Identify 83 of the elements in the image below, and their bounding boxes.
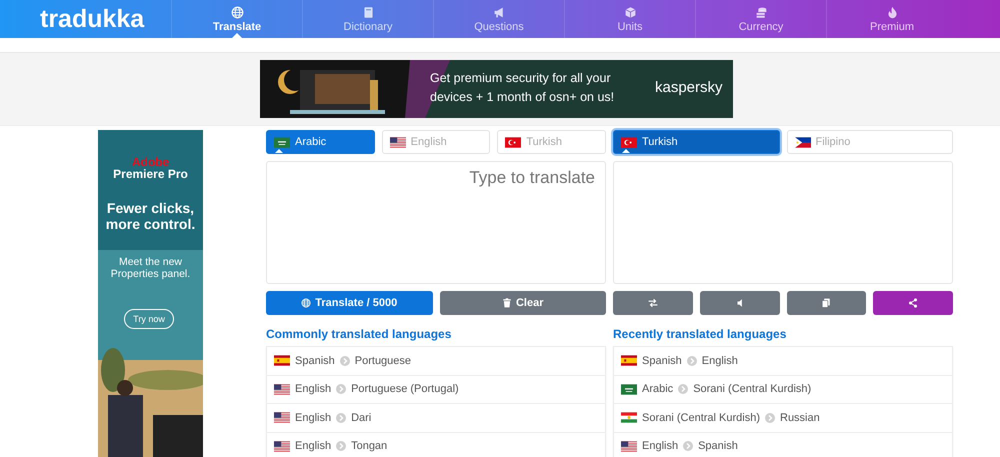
globe-icon xyxy=(230,6,244,18)
flag-icon xyxy=(621,440,637,452)
megaphone-icon xyxy=(492,6,506,18)
ad-brand: kaspersky xyxy=(655,79,723,96)
ad-button[interactable]: Try now xyxy=(124,309,174,329)
source-language: English xyxy=(295,440,332,452)
target-language: Russian xyxy=(780,412,820,424)
book-icon xyxy=(362,6,374,18)
ad-brand: Adobe xyxy=(130,155,170,169)
nav-tab[interactable]: Questions xyxy=(433,0,564,38)
speaker-icon xyxy=(734,298,745,308)
language-tab[interactable]: Turkish xyxy=(613,130,780,154)
target-language: Sorani (Central Kurdish) xyxy=(693,383,812,396)
translate-button[interactable]: Translate / 5000 xyxy=(266,291,432,315)
cube-icon xyxy=(624,6,636,18)
nav-tab[interactable]: Translate xyxy=(171,0,302,38)
language-pair-item[interactable]: Spanish Portuguese xyxy=(267,347,605,376)
chevron-icon xyxy=(686,356,697,366)
section-title: Recently translated languages xyxy=(613,327,788,341)
chevron-icon xyxy=(336,384,346,394)
language-pair-item[interactable]: English Tongan xyxy=(267,432,605,457)
language-pair-item[interactable]: Spanish English xyxy=(614,347,952,376)
flag-icon xyxy=(274,355,290,366)
target-language: English xyxy=(702,354,738,367)
flag-icon xyxy=(274,136,290,148)
source-language: Arabic xyxy=(642,383,674,396)
nav-tab[interactable]: Currency xyxy=(695,0,826,38)
copy-button[interactable] xyxy=(786,291,866,315)
source-language: Spanish xyxy=(295,354,335,367)
trash-icon xyxy=(502,298,512,308)
chevron-icon xyxy=(683,441,694,452)
source-language: English xyxy=(642,440,678,452)
nav-tab[interactable]: Dictionary xyxy=(302,0,433,38)
chevron-icon xyxy=(336,441,346,452)
globe-icon xyxy=(301,298,312,308)
clear-button[interactable]: Clear xyxy=(440,291,606,315)
target-language: Tongan xyxy=(351,440,388,452)
target-language: Portuguese xyxy=(354,354,412,367)
language-pair-item[interactable]: English Dari xyxy=(267,404,605,432)
source-language: English xyxy=(295,383,332,396)
target-language: Dari xyxy=(351,412,372,424)
ad-product: Premiere Pro xyxy=(112,167,189,181)
nav-tab[interactable]: Premium xyxy=(826,0,957,38)
language-pair-item[interactable]: English Spanish xyxy=(614,432,952,457)
share-button[interactable] xyxy=(873,291,953,315)
flag-icon xyxy=(794,136,810,148)
chevron-icon xyxy=(765,412,775,423)
nav-tab[interactable]: Units xyxy=(564,0,695,38)
chevron-icon xyxy=(336,412,346,423)
section-title: Commonly translated languages xyxy=(266,327,452,341)
language-pair-item[interactable]: English Portuguese (Portugal) xyxy=(267,376,605,404)
ad-headline: Fewer clicks, more control. xyxy=(104,200,196,232)
ad-headline: Get premium security for all your devices + 1 month of osn+ on us! xyxy=(430,70,616,106)
speak-button[interactable] xyxy=(700,291,780,315)
flame-icon xyxy=(886,6,898,18)
language-pair-item[interactable]: Arabic Sorani (Central Kurdish) xyxy=(614,376,952,404)
flag-icon xyxy=(621,355,637,366)
source-language: Spanish xyxy=(642,354,682,367)
ad-text: Meet the new Properties panel. xyxy=(110,256,192,280)
flag-icon xyxy=(621,384,637,395)
flag-icon xyxy=(274,412,290,424)
chevron-icon xyxy=(678,384,688,394)
target-language: Spanish xyxy=(698,440,738,452)
flag-icon xyxy=(621,136,637,148)
flag-icon xyxy=(274,440,290,452)
language-tab[interactable]: Arabic xyxy=(266,130,375,154)
swap-button[interactable] xyxy=(613,291,693,315)
language-pair-item[interactable]: Sorani (Central Kurdish) Russian xyxy=(614,404,952,432)
source-language: Sorani (Central Kurdish) xyxy=(642,412,760,424)
copy-icon xyxy=(821,298,832,308)
side-ad[interactable]: Adobe Premiere Pro Fewer clicks, more control. Meet the new Properties panel. Try now xyxy=(98,130,203,457)
flag-icon xyxy=(274,384,290,395)
swap-icon xyxy=(648,298,658,308)
flag-icon xyxy=(505,136,522,148)
source-text-field[interactable]: Type to translate xyxy=(266,161,606,284)
source-language: English xyxy=(295,412,332,424)
logo[interactable]: tradukka xyxy=(0,0,171,38)
share-icon xyxy=(908,298,918,308)
target-language: Portuguese (Portugal) xyxy=(351,383,459,396)
flag-icon xyxy=(390,136,406,148)
chevron-icon xyxy=(340,356,350,366)
coins-icon xyxy=(754,6,768,18)
flag-icon xyxy=(621,412,637,424)
